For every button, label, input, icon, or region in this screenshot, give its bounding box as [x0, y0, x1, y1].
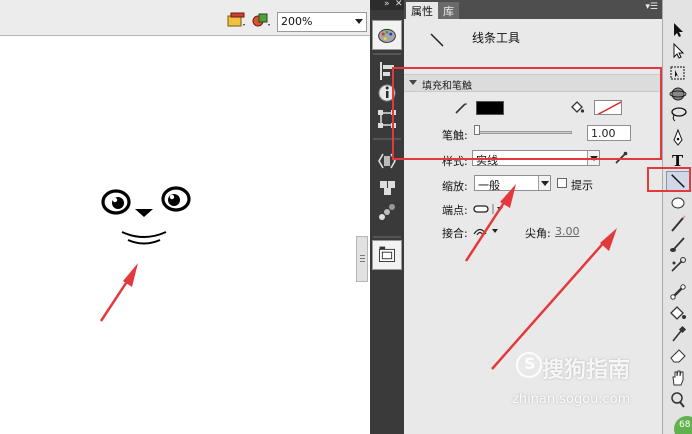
join-label: 接合: [442, 227, 468, 240]
chevron-down-icon [587, 151, 599, 165]
brush-icon[interactable] [666, 235, 690, 255]
stroke-width-input[interactable]: 1.00 [587, 125, 631, 141]
stroke-slider-thumb[interactable] [474, 125, 480, 135]
svg-text:T: T [672, 152, 684, 170]
3d-rotation-icon[interactable] [666, 84, 690, 104]
cap-label: 端点: [442, 204, 468, 217]
paint-bucket-icon [571, 101, 585, 113]
deco-tool-icon[interactable] [666, 256, 690, 276]
collapse-triangle-icon [409, 80, 417, 85]
line-tool-icon [430, 33, 444, 47]
collapsed-panel-dock: » ✕ [370, 0, 404, 434]
mouth-upper [121, 231, 167, 238]
style-value: 实线 [476, 154, 498, 167]
stroke-label: 笔触: [442, 129, 468, 142]
subselection-tool-icon[interactable] [666, 41, 690, 61]
zoom-value: 200% [281, 15, 313, 28]
hand-tool-icon[interactable] [666, 368, 690, 388]
chevron-down-icon [355, 19, 363, 24]
left-eye [101, 189, 131, 215]
bone-tool-icon[interactable] [666, 282, 690, 302]
stroke-color-swatch[interactable] [476, 101, 504, 115]
edit-symbol-icon[interactable] [252, 12, 272, 28]
pen-icon[interactable] [666, 128, 690, 148]
zoom-dropdown[interactable]: 200% [277, 12, 367, 32]
mouth-lower [127, 239, 161, 245]
lasso-icon[interactable] [666, 104, 690, 124]
selection-tool-icon[interactable] [666, 20, 690, 40]
miter-value[interactable]: 3.00 [555, 225, 580, 238]
hint-checkbox[interactable] [557, 178, 567, 188]
panel-menu-icon[interactable]: ▾☰ [645, 2, 658, 12]
panel-tab-bar: 属性 库 ▾☰ [404, 0, 662, 19]
watermark-logo: S [516, 352, 542, 378]
style-label: 样式: [442, 155, 468, 168]
line-tool-icon[interactable] [666, 171, 690, 191]
tools-panel: T [662, 0, 692, 434]
library-icon[interactable] [372, 240, 402, 270]
pencil-icon [455, 103, 467, 114]
close-icon[interactable]: ✕ [395, 0, 403, 9]
join-dropdown[interactable] [472, 224, 502, 238]
pencil-icon[interactable] [666, 214, 690, 234]
eraser-icon[interactable] [666, 345, 690, 365]
nose [135, 209, 153, 217]
tab-properties[interactable]: 属性 [406, 2, 438, 19]
scale-dropdown[interactable]: 一般 [474, 175, 551, 192]
transform-icon[interactable] [372, 104, 402, 134]
watermark-url: zhinan.sogou.com [512, 392, 631, 407]
scale-label: 缩放: [442, 180, 468, 193]
fill-color-swatch[interactable] [594, 100, 622, 115]
dock-top-bar: » ✕ [370, 0, 404, 10]
style-dropdown[interactable]: 实线 [472, 150, 600, 167]
color-palette-icon[interactable] [372, 20, 402, 50]
edit-stroke-style-icon[interactable] [613, 150, 629, 166]
scale-value: 一般 [478, 179, 500, 192]
free-transform-icon[interactable] [666, 63, 690, 83]
edit-bar: 200% [0, 0, 370, 36]
hint-label: 提示 [571, 179, 593, 192]
tab-library[interactable]: 库 [438, 2, 459, 19]
motion-presets-icon[interactable] [372, 198, 402, 228]
stage-area[interactable]: 200% [0, 0, 370, 434]
tool-name: 线条工具 [472, 31, 521, 45]
watermark-text: 搜狗指南 [542, 358, 631, 383]
stroke-width-value: 1.00 [591, 127, 616, 140]
chevron-down-icon [538, 176, 550, 190]
fill-stroke-section-header[interactable]: 填充和笔触 [404, 74, 662, 92]
cartoon-face-drawing[interactable] [96, 180, 196, 250]
text-tool-icon[interactable]: T [666, 150, 690, 170]
expand-arrows-icon[interactable]: » [384, 0, 390, 9]
zoom-tool-icon[interactable] [666, 390, 690, 410]
miter-label: 尖角: [525, 227, 551, 240]
edit-scene-icon[interactable] [227, 12, 247, 28]
oval-tool-icon[interactable] [666, 193, 690, 213]
eyedropper-icon[interactable] [666, 324, 690, 344]
panel-resize-handle[interactable] [356, 236, 368, 282]
right-eye [161, 186, 191, 212]
paint-bucket-icon[interactable] [666, 303, 690, 323]
cap-dropdown[interactable] [472, 202, 506, 216]
stroke-slider-track[interactable] [474, 131, 572, 134]
tool-header: 线条工具 [404, 19, 662, 67]
section-title: 填充和笔触 [422, 81, 472, 92]
